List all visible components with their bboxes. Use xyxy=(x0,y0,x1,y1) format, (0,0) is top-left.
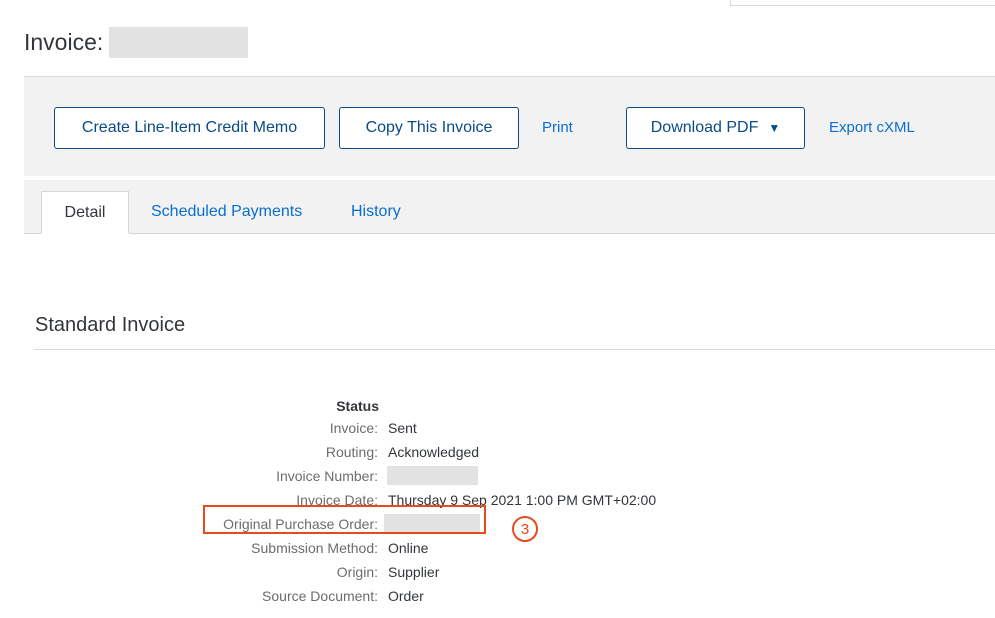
page-title-text: Invoice: xyxy=(24,29,104,55)
print-link[interactable]: Print xyxy=(542,119,573,136)
detail-label: Invoice: xyxy=(329,420,378,436)
invoice-number-redacted xyxy=(387,466,478,485)
copy-invoice-label: Copy This Invoice xyxy=(365,119,493,136)
status-heading: Status xyxy=(336,398,379,414)
detail-row-invoice-date: Invoice Date: Thursday 9 Sep 2021 1:00 P… xyxy=(0,492,995,512)
page-title: Invoice: xyxy=(24,27,249,58)
create-credit-memo-label: Create Line-Item Credit Memo xyxy=(81,119,298,136)
detail-label: Submission Method: xyxy=(251,540,378,556)
tab-scheduled-payments[interactable]: Scheduled Payments xyxy=(151,203,302,221)
detail-row-origin: Origin: Supplier xyxy=(0,564,995,584)
detail-row-routing: Routing: Acknowledged xyxy=(0,444,995,464)
export-cxml-link[interactable]: Export cXML xyxy=(829,119,915,136)
annotation-highlight-box xyxy=(203,505,486,534)
section-title: Standard Invoice xyxy=(35,314,186,336)
tab-detail-label: Detail xyxy=(64,203,106,221)
detail-row-source-document: Source Document: Order xyxy=(0,588,995,608)
detail-row-submission-method: Submission Method: Online xyxy=(0,540,995,560)
create-credit-memo-button[interactable]: Create Line-Item Credit Memo xyxy=(54,107,325,149)
detail-row-original-po: Original Purchase Order: xyxy=(0,514,995,536)
detail-label: Invoice Number: xyxy=(276,468,378,484)
detail-row-invoice-number: Invoice Number: xyxy=(0,466,995,488)
invoice-toolbar: Create Line-Item Credit Memo Copy This I… xyxy=(24,76,995,176)
tab-history[interactable]: History xyxy=(351,203,401,221)
download-pdf-button[interactable]: Download PDF ▼ xyxy=(626,107,805,149)
detail-value: Online xyxy=(388,540,429,556)
detail-value: Supplier xyxy=(388,564,440,580)
tab-detail[interactable]: Detail xyxy=(41,191,129,234)
section-divider xyxy=(34,349,995,350)
detail-label: Source Document: xyxy=(262,588,378,604)
detail-row-invoice-status: Invoice: Sent xyxy=(0,420,995,440)
detail-label: Routing: xyxy=(325,444,378,460)
step-number: 3 xyxy=(520,520,530,538)
caret-down-icon: ▼ xyxy=(768,121,781,135)
detail-value: Order xyxy=(388,588,424,604)
top-strip-divider xyxy=(730,0,995,6)
annotation-step-badge: 3 xyxy=(512,516,538,542)
invoice-id-redacted xyxy=(109,27,249,58)
detail-value: Sent xyxy=(388,420,417,436)
copy-invoice-button[interactable]: Copy This Invoice xyxy=(339,107,519,149)
detail-value: Acknowledged xyxy=(388,444,480,460)
download-pdf-label: Download PDF xyxy=(650,119,759,136)
detail-label: Origin: xyxy=(336,564,378,580)
tab-bar: Detail Scheduled Payments History xyxy=(24,180,995,234)
